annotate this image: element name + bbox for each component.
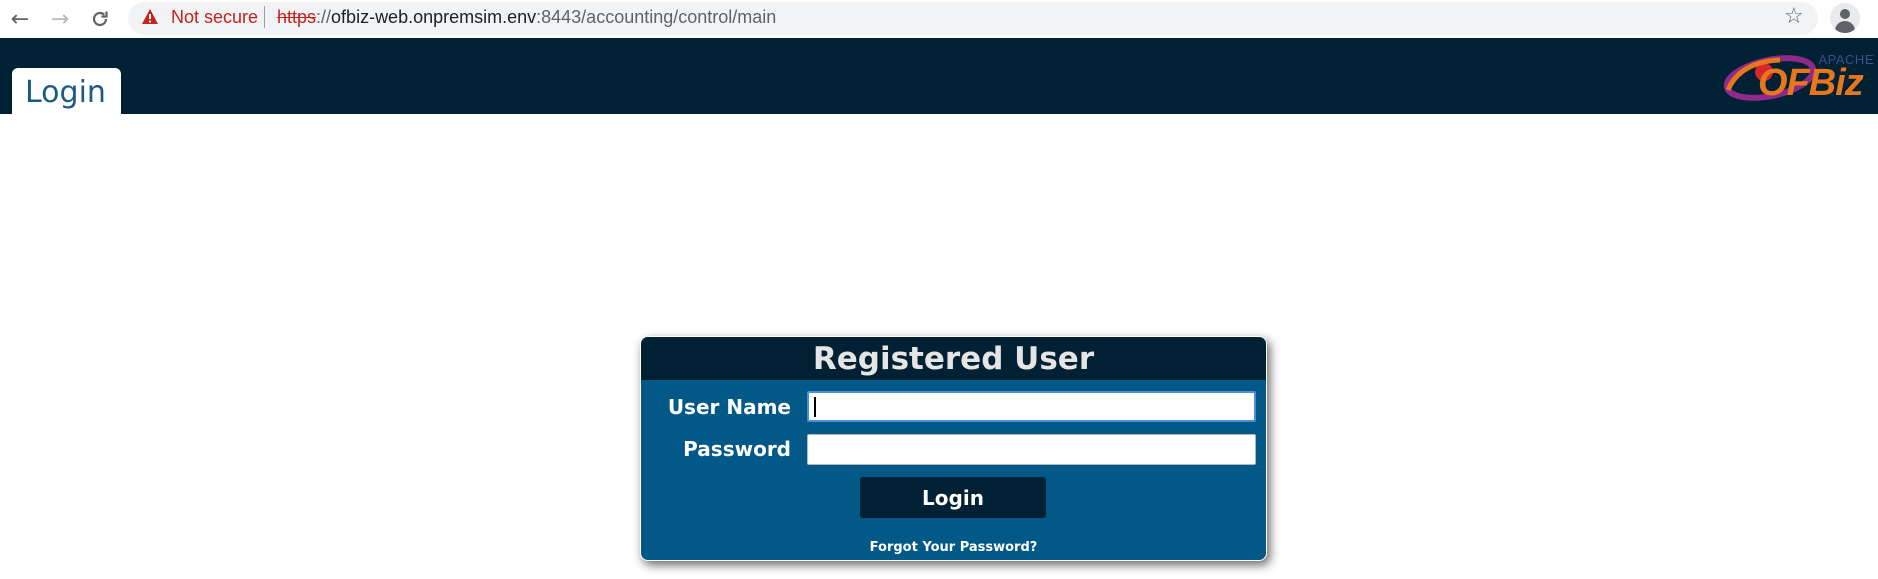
login-panel: Registered User User Name Password Login… bbox=[640, 336, 1267, 561]
password-input[interactable] bbox=[807, 434, 1256, 465]
warning-icon bbox=[142, 9, 158, 24]
url-text[interactable]: https://ofbiz-web.onpremsim.env:8443/acc… bbox=[277, 7, 776, 28]
forward-button[interactable]: → bbox=[44, 3, 76, 35]
star-icon[interactable]: ☆ bbox=[1784, 4, 1804, 29]
url-separator: :// bbox=[316, 7, 332, 27]
forgot-password-link[interactable]: Forgot Your Password? bbox=[641, 540, 1266, 555]
login-panel-header: Registered User bbox=[641, 337, 1266, 380]
login-button[interactable]: Login bbox=[860, 477, 1046, 518]
password-label: Password bbox=[683, 437, 791, 461]
username-input[interactable] bbox=[807, 391, 1256, 422]
url-host: ofbiz-web.onpremsim.env bbox=[331, 7, 537, 27]
username-label: User Name bbox=[667, 395, 791, 419]
logo-ofbiz-text: OFBiz bbox=[1758, 62, 1864, 104]
profile-icon[interactable] bbox=[1830, 3, 1860, 33]
tab-login[interactable]: Login bbox=[12, 68, 121, 114]
ofbiz-logo[interactable]: APACHE OFBiz bbox=[1720, 46, 1878, 108]
arrow-right-icon: → bbox=[50, 6, 70, 32]
url-path: :8443/accounting/control/main bbox=[536, 7, 777, 27]
arrow-left-icon: ← bbox=[10, 6, 30, 32]
reload-button[interactable] bbox=[84, 3, 116, 35]
browser-toolbar: ← → Not secure https://ofbiz-web.onprems… bbox=[0, 0, 1878, 38]
omnibox-divider bbox=[264, 6, 265, 28]
text-caret bbox=[814, 397, 816, 417]
back-button[interactable]: ← bbox=[4, 3, 36, 35]
url-scheme: https bbox=[277, 7, 317, 27]
security-warning[interactable]: Not secure bbox=[171, 7, 258, 28]
tab-login-label: Login bbox=[25, 75, 106, 110]
app-header: Login APACHE OFBiz bbox=[0, 38, 1878, 114]
login-panel-title: Registered User bbox=[812, 341, 1095, 377]
reload-icon bbox=[92, 11, 108, 27]
